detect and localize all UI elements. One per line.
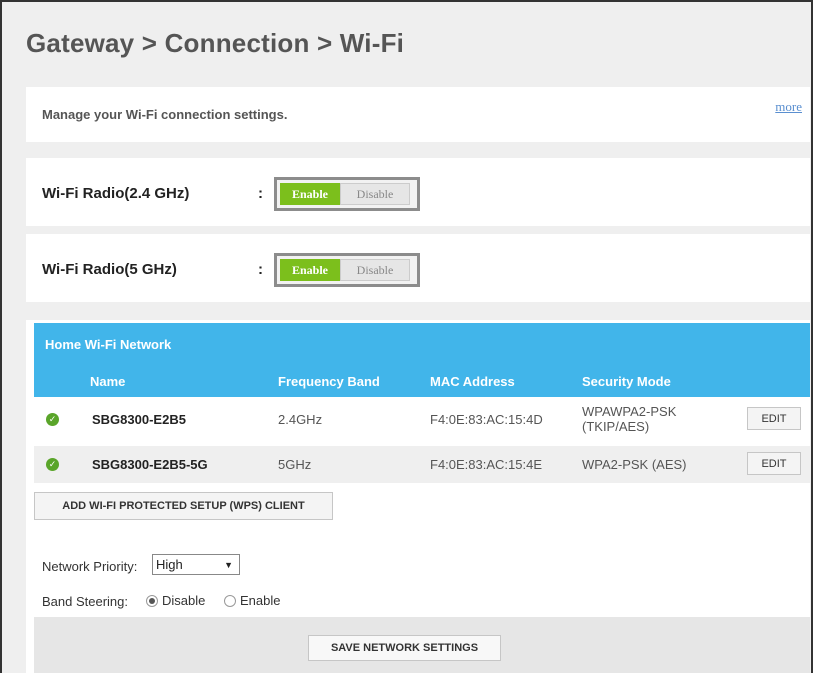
wifi-radio-24-toggle: Enable Disable [274, 177, 420, 211]
column-header-name: Name [90, 374, 126, 389]
frequency-band: 5GHz [278, 457, 312, 472]
wifi-radio-5-panel: Wi-Fi Radio(5 GHz) : Enable Disable [26, 234, 810, 302]
more-link[interactable]: more [775, 99, 802, 115]
wifi-radio-5-label: Wi-Fi Radio(5 GHz) [42, 261, 177, 278]
wifi-radio-24-panel: Wi-Fi Radio(2.4 GHz) : Enable Disable [26, 158, 810, 226]
wifi-radio-24-label: Wi-Fi Radio(2.4 GHz) [42, 185, 190, 202]
page-frame: Gateway > Connection > Wi-Fi Manage your… [0, 0, 813, 673]
table-row: ✓ SBG8300-E2B5-5G 5GHz F4:0E:83:AC:15:4E… [34, 446, 810, 483]
network-priority-select[interactable]: High ▼ [152, 554, 240, 575]
check-circle-icon: ✓ [46, 413, 59, 426]
mac-address: F4:0E:83:AC:15:4E [430, 457, 543, 472]
add-wps-client-button[interactable]: ADD WI-FI PROTECTED SETUP (WPS) CLIENT [34, 492, 333, 520]
edit-button[interactable]: EDIT [747, 407, 801, 430]
wifi-radio-24-disable-button[interactable]: Disable [340, 183, 410, 205]
wifi-radio-5-toggle: Enable Disable [274, 253, 420, 287]
edit-button[interactable]: EDIT [747, 452, 801, 475]
radio-selected-icon [146, 594, 158, 607]
band-steering-disable-radio[interactable]: Disable [146, 593, 205, 608]
mac-address: F4:0E:83:AC:15:4D [430, 412, 543, 427]
column-header-band: Frequency Band [278, 374, 380, 389]
description-text: Manage your Wi-Fi connection settings. [42, 107, 288, 122]
column-header-mac: MAC Address [430, 374, 515, 389]
band-steering-enable-radio[interactable]: Enable [224, 593, 280, 608]
security-mode: WPA2-PSK (AES) [582, 457, 687, 472]
save-network-settings-button[interactable]: SAVE NETWORK SETTINGS [308, 635, 501, 661]
security-mode-line1: WPAWPA2-PSK [582, 404, 677, 419]
colon: : [258, 261, 263, 278]
column-header-security: Security Mode [582, 374, 671, 389]
network-table-header: Home Wi-Fi Network Name Frequency Band M… [34, 323, 810, 397]
wifi-radio-5-enable-button[interactable]: Enable [280, 259, 340, 281]
home-network-panel: Home Wi-Fi Network Name Frequency Band M… [26, 320, 810, 673]
check-circle-icon: ✓ [46, 458, 59, 471]
colon: : [258, 185, 263, 202]
save-bar: SAVE NETWORK SETTINGS [34, 617, 810, 673]
wifi-radio-5-disable-button[interactable]: Disable [340, 259, 410, 281]
security-mode: WPAWPA2-PSK (TKIP/AES) [582, 404, 676, 434]
network-title: Home Wi-Fi Network [45, 337, 172, 352]
frequency-band: 2.4GHz [278, 412, 323, 427]
network-priority-label: Network Priority: [42, 559, 138, 574]
dropdown-arrow-icon: ▼ [224, 559, 233, 570]
band-steering-disable-label: Disable [162, 593, 206, 608]
network-name: SBG8300-E2B5 [92, 412, 186, 427]
network-name: SBG8300-E2B5-5G [92, 457, 208, 472]
band-steering-label: Band Steering: [42, 594, 129, 609]
description-panel: Manage your Wi-Fi connection settings. m… [26, 87, 810, 142]
radio-unselected-icon [224, 594, 236, 607]
network-priority-value: High [156, 557, 183, 572]
band-steering-enable-label: Enable [240, 593, 281, 608]
wifi-radio-24-enable-button[interactable]: Enable [280, 183, 340, 205]
page-title: Gateway > Connection > Wi-Fi [26, 28, 405, 58]
table-row: ✓ SBG8300-E2B5 2.4GHz F4:0E:83:AC:15:4D … [34, 400, 810, 437]
security-mode-line2: (TKIP/AES) [582, 419, 650, 434]
